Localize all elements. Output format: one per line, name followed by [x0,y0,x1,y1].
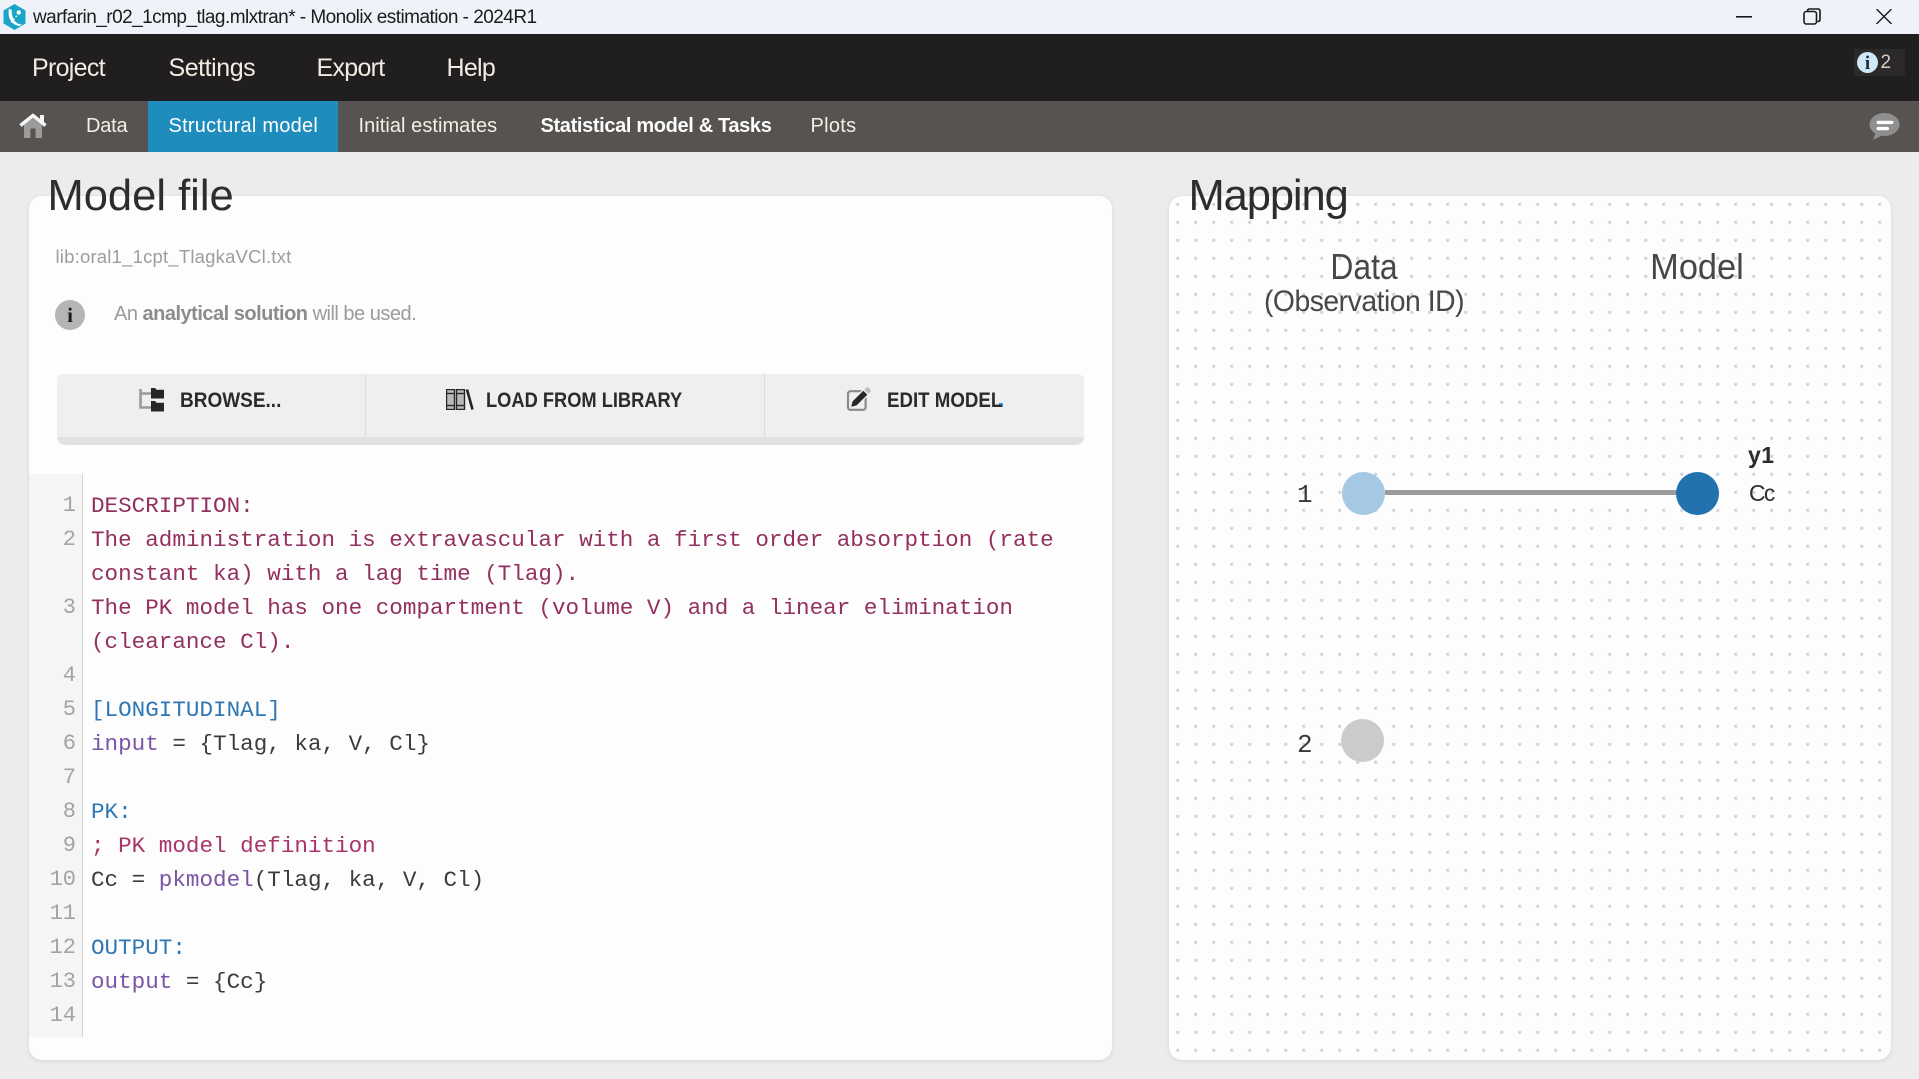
svg-text:i: i [1865,53,1870,73]
